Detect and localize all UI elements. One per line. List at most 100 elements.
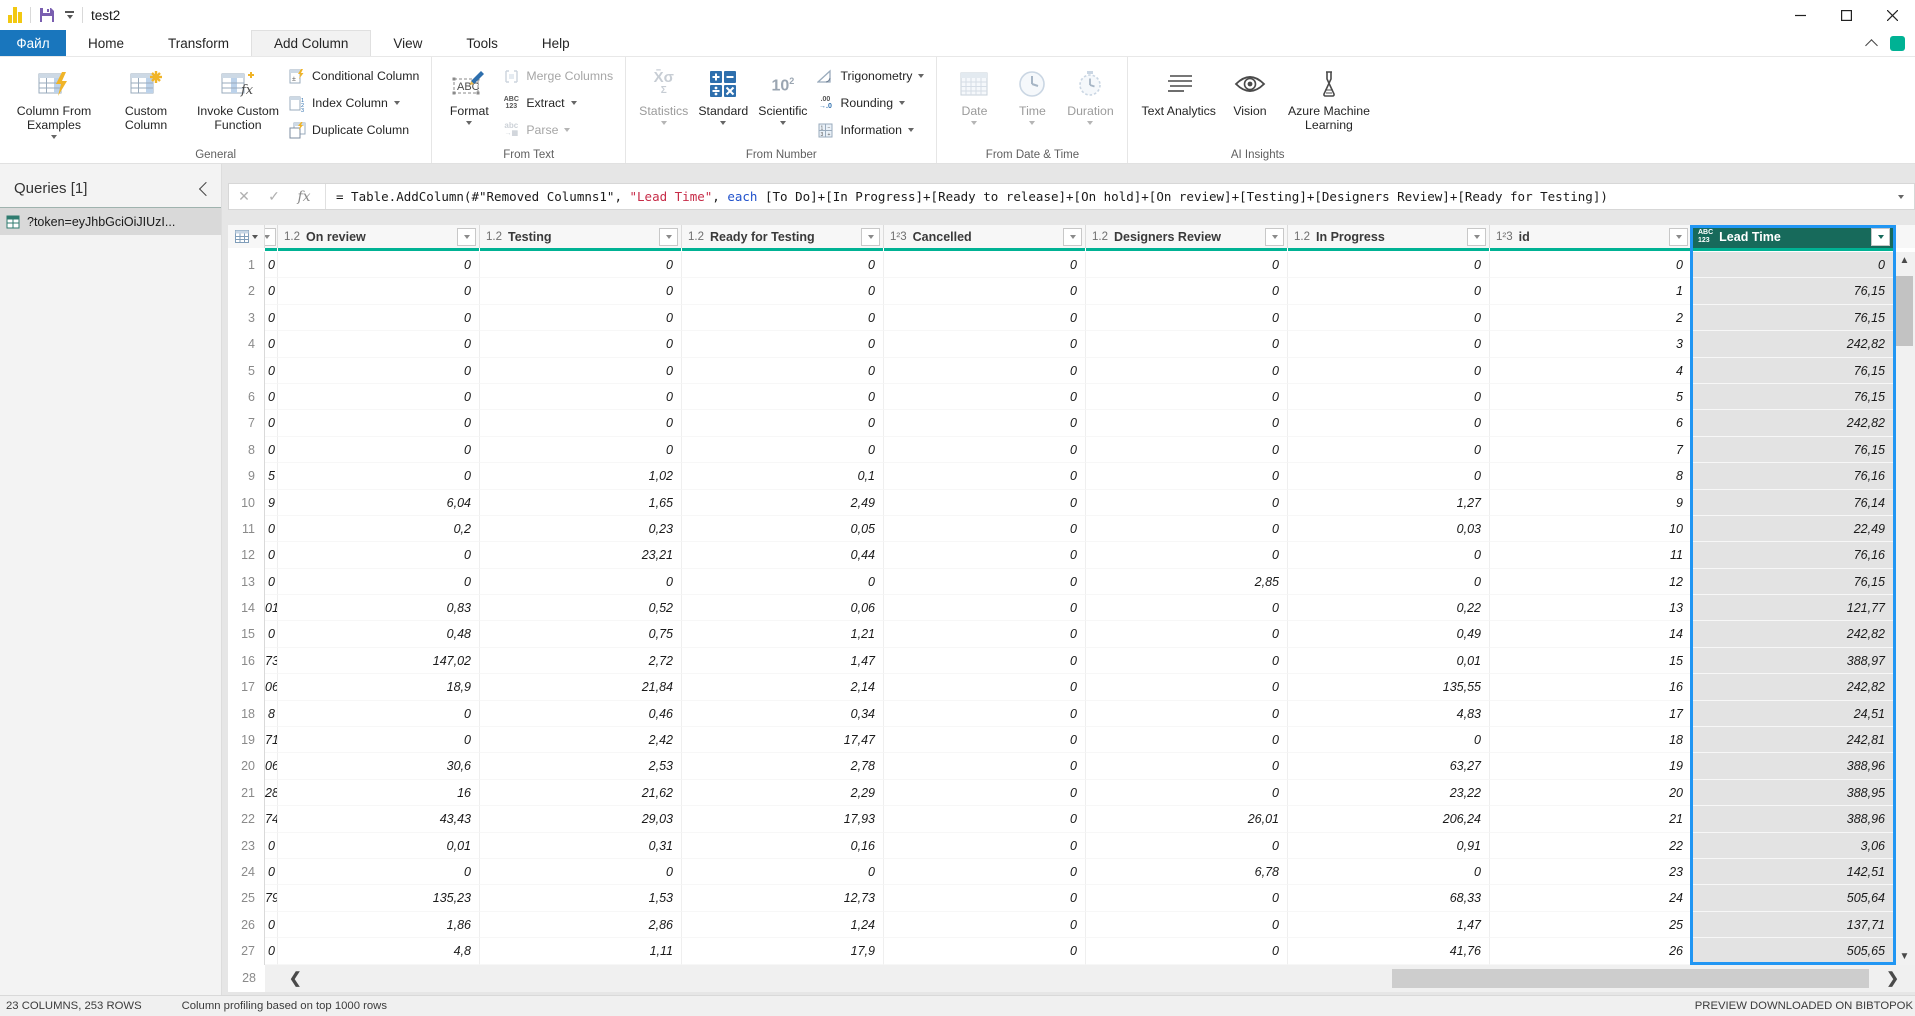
table-cell[interactable]: 63,27 [1288,753,1490,779]
table-cell[interactable]: 0 [1086,516,1288,542]
truncated-column-header[interactable] [265,225,278,248]
row-number[interactable]: 22 [228,806,265,832]
table-cell[interactable]: 5 [1490,384,1692,410]
tab-tools[interactable]: Tools [444,30,520,56]
table-cell[interactable]: 388,96 [1692,753,1894,779]
invoke-custom-function-button[interactable]: fx Invoke Custom Function [192,63,284,136]
table-cell[interactable]: 0 [884,780,1086,806]
table-cell[interactable]: 0 [1086,331,1288,357]
scroll-up-icon[interactable]: ▲ [1894,255,1915,266]
table-cell[interactable]: 0 [1086,278,1288,304]
truncated-cell[interactable]: 0 [265,252,278,278]
azure-machine-learning-button[interactable]: Azure Machine Learning [1279,63,1379,136]
table-cell[interactable]: 0 [884,358,1086,384]
table-cell[interactable]: 0 [1086,542,1288,568]
table-cell[interactable]: 505,64 [1692,885,1894,911]
table-cell[interactable]: 0 [884,490,1086,516]
table-cell[interactable]: 0 [1288,252,1490,278]
vertical-scrollbar-thumb[interactable] [1896,276,1913,346]
table-cell[interactable]: 18,9 [278,674,480,700]
table-cell[interactable]: 0 [1086,437,1288,463]
table-cell[interactable]: 142,51 [1692,859,1894,885]
table-cell[interactable]: 1,47 [1288,912,1490,938]
table-cell[interactable]: 1,11 [480,938,682,964]
horizontal-scrollbar-thumb[interactable] [1392,969,1869,988]
table-cell[interactable]: 0 [682,358,884,384]
table-cell[interactable]: 1,86 [278,912,480,938]
truncated-cell[interactable]: 28 [265,780,278,806]
conditional-column-button[interactable]: ± Conditional Column [288,65,419,87]
trigonometry-button[interactable]: Trigonometry [816,65,924,87]
column-header-ready-for-testing[interactable]: 1.2Ready for Testing [682,225,884,248]
table-cell[interactable]: 0 [480,358,682,384]
table-cell[interactable]: 0 [1086,463,1288,489]
table-cell[interactable]: 0,01 [278,833,480,859]
table-cell[interactable]: 1 [1490,278,1692,304]
table-cell[interactable]: 21 [1490,806,1692,832]
table-cell[interactable]: 76,15 [1692,437,1894,463]
table-cell[interactable]: 0 [884,542,1086,568]
table-cell[interactable]: 76,16 [1692,463,1894,489]
rounding-button[interactable]: .00→.0 Rounding [816,92,924,114]
table-cell[interactable]: 0 [1288,437,1490,463]
table-cell[interactable]: 242,81 [1692,727,1894,753]
row-number[interactable]: 28 [228,965,265,992]
commit-formula-icon[interactable]: ✓ [259,188,289,205]
table-cell[interactable]: 24 [1490,885,1692,911]
table-cell[interactable]: 0 [1086,648,1288,674]
table-cell[interactable]: 2,29 [682,780,884,806]
truncated-cell[interactable]: 5 [265,463,278,489]
scroll-left-icon[interactable]: ❮ [289,969,302,987]
minimize-button[interactable] [1777,0,1823,30]
row-number[interactable]: 16 [228,648,265,674]
table-cell[interactable]: 0 [1288,305,1490,331]
custom-column-button[interactable]: Custom Column [100,63,192,136]
table-cell[interactable]: 30,6 [278,753,480,779]
table-cell[interactable]: 0 [884,938,1086,964]
truncated-cell[interactable]: 0 [265,410,278,436]
table-cell[interactable]: 0,34 [682,701,884,727]
table-cell[interactable]: 0 [1086,912,1288,938]
filter-button[interactable] [1669,228,1688,246]
table-cell[interactable]: 0,05 [682,516,884,542]
table-cell[interactable]: 242,82 [1692,331,1894,357]
table-cell[interactable]: 23,22 [1288,780,1490,806]
row-number[interactable]: 8 [228,437,265,463]
row-number[interactable]: 15 [228,621,265,647]
table-cell[interactable]: 22,49 [1692,516,1894,542]
row-number[interactable]: 26 [228,912,265,938]
truncated-cell[interactable]: 74 [265,806,278,832]
table-cell[interactable]: 0 [1288,859,1490,885]
table-cell[interactable]: 0 [278,358,480,384]
index-column-button[interactable]: 123 Index Column [288,92,419,114]
table-cell[interactable]: 14 [1490,621,1692,647]
table-cell[interactable]: 29,03 [480,806,682,832]
table-cell[interactable]: 242,82 [1692,674,1894,700]
table-cell[interactable]: 2,72 [480,648,682,674]
truncated-cell[interactable]: 0 [265,437,278,463]
row-number[interactable]: 27 [228,938,265,964]
table-cell[interactable]: 388,95 [1692,780,1894,806]
row-number[interactable]: 4 [228,331,265,357]
table-cell[interactable]: 0 [884,437,1086,463]
table-cell[interactable]: 2,85 [1086,569,1288,595]
column-from-examples-button[interactable]: Column From Examples [8,63,100,143]
table-cell[interactable]: 13 [1490,595,1692,621]
table-cell[interactable]: 21,62 [480,780,682,806]
table-cell[interactable]: 0 [682,859,884,885]
table-cell[interactable]: 26 [1490,938,1692,964]
table-cell[interactable]: 1,02 [480,463,682,489]
formula-input[interactable]: = Table.AddColumn(#"Removed Columns1", "… [336,189,1888,204]
table-cell[interactable]: 26,01 [1086,806,1288,832]
table-cell[interactable]: 0 [480,384,682,410]
table-cell[interactable]: 0 [1086,780,1288,806]
row-number[interactable]: 9 [228,463,265,489]
truncated-cell[interactable]: 79 [265,885,278,911]
duplicate-column-button[interactable]: Duplicate Column [288,119,419,141]
table-cell[interactable]: 0 [1086,252,1288,278]
truncated-cell[interactable]: 0 [265,305,278,331]
table-cell[interactable]: 0 [682,384,884,410]
table-cell[interactable]: 0 [884,252,1086,278]
query-list-item[interactable]: ?token=eyJhbGciOiJIUzI... [0,207,221,235]
vertical-scrollbar[interactable]: ▲▼ [1894,252,1915,965]
